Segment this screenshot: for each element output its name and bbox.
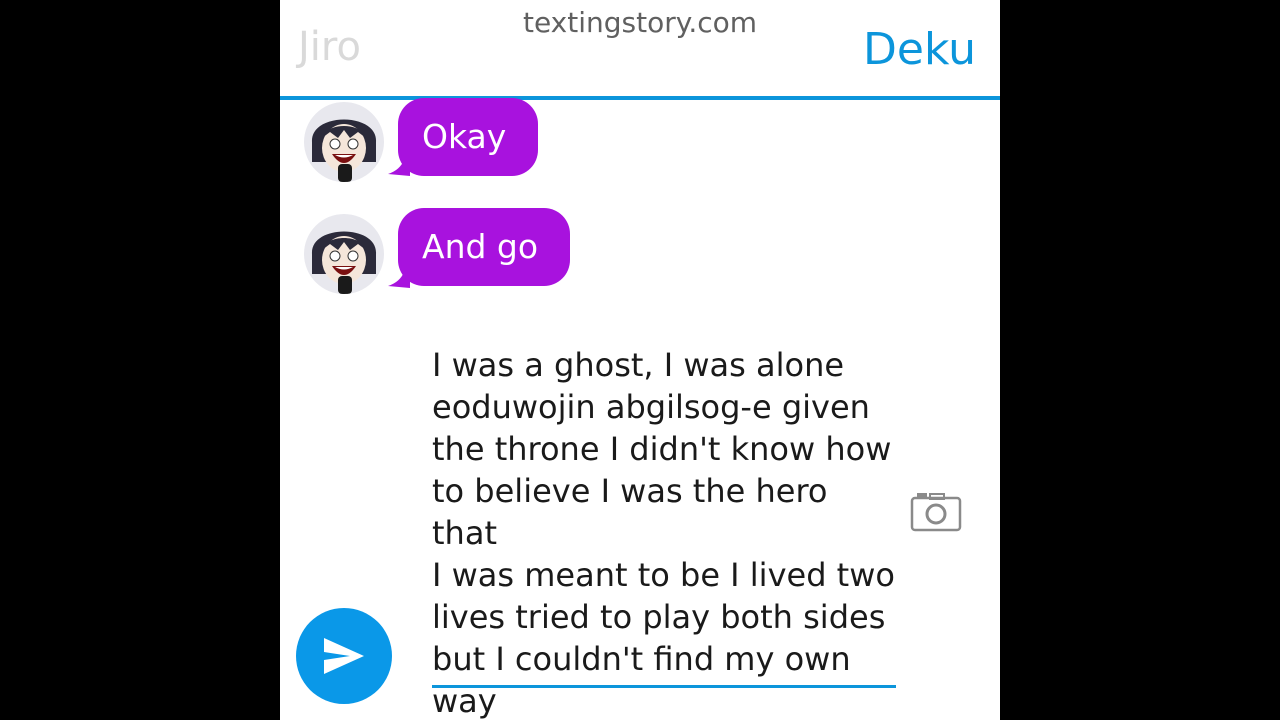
- chat-screen: textingstory.com Jiro Deku Okay And go I…: [280, 0, 1000, 720]
- message-bubble[interactable]: And go: [398, 208, 571, 286]
- avatar[interactable]: [304, 214, 384, 294]
- message-input[interactable]: I was a ghost, I was alone eoduwojin abg…: [432, 344, 902, 720]
- message-text: And go: [422, 227, 539, 266]
- avatar[interactable]: [304, 102, 384, 182]
- message-text: Okay: [422, 117, 507, 156]
- input-underline: [432, 685, 896, 688]
- send-button[interactable]: [296, 608, 392, 704]
- header-divider: [280, 96, 1000, 100]
- contact-right-name[interactable]: Deku: [863, 24, 976, 75]
- contact-left-name[interactable]: Jiro: [298, 24, 361, 70]
- camera-icon[interactable]: [910, 490, 962, 532]
- send-icon: [324, 638, 364, 674]
- message-bubble[interactable]: Okay: [398, 98, 539, 176]
